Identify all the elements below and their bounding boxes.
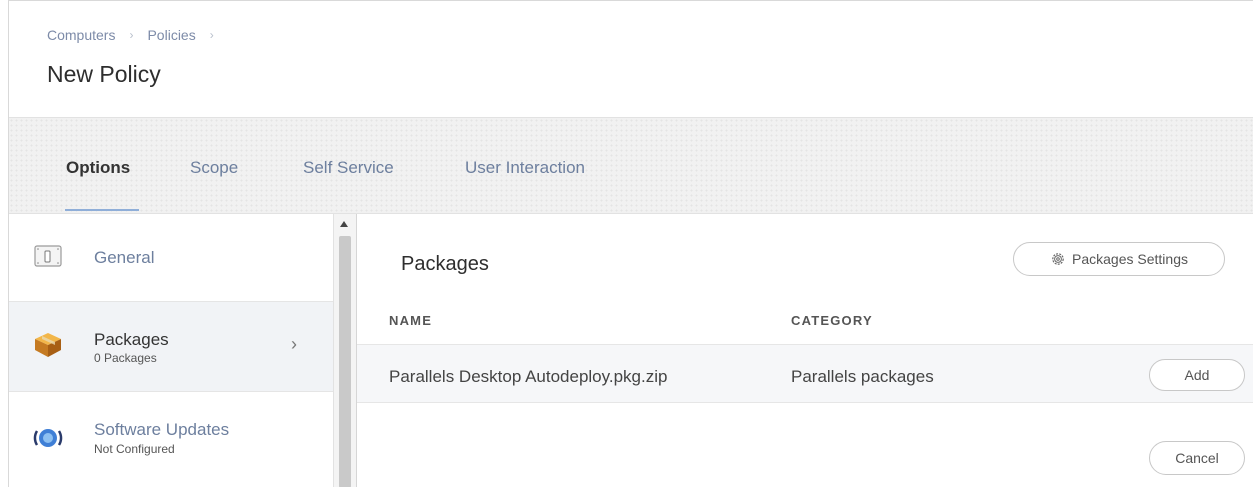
tab-scope[interactable]: Scope [190,158,238,178]
package-category-cell: Parallels packages [791,367,934,386]
cancel-button[interactable]: Cancel [1149,441,1245,475]
page-header: Computers › Policies › New Policy [9,1,1253,118]
table-row: Parallels Desktop Autodeploy.pkg.zip Par… [357,344,1253,403]
sidebar-item-label: Packages [94,330,169,349]
breadcrumb-separator-icon: › [209,28,214,42]
breadcrumb-computers[interactable]: Computers [47,27,115,43]
breadcrumb-separator-icon: › [129,28,134,42]
policy-window: Computers › Policies › New Policy Option… [8,0,1253,487]
tab-bar: Options Scope Self Service User Interact… [9,118,1253,214]
packages-settings-label: Packages Settings [1072,251,1188,267]
sidebar-scrollbar[interactable] [333,214,357,487]
sidebar-item-label: General [94,248,155,267]
software-update-globe-icon [33,429,63,447]
tab-user-interaction[interactable]: User Interaction [465,158,585,178]
breadcrumb: Computers › Policies › [47,27,228,43]
active-tab-indicator [65,209,139,211]
switch-panel-icon [34,245,62,267]
sidebar-item-packages[interactable]: Packages 0 Packages › [9,302,333,392]
scrollbar-thumb[interactable] [339,236,351,487]
column-header-category: CATEGORY [791,313,873,328]
packages-panel: Packages Packages Settings NAME CATEGORY… [357,214,1253,487]
tab-self-service[interactable]: Self Service [303,158,394,178]
gear-icon [1052,253,1064,265]
add-package-button[interactable]: Add [1149,359,1245,391]
package-name-cell: Parallels Desktop Autodeploy.pkg.zip [389,367,668,386]
sidebar-item-software-updates[interactable]: Software Updates Not Configured [9,392,333,487]
section-title: Packages [401,253,489,275]
chevron-right-icon: › [291,334,297,354]
package-box-icon [35,333,61,357]
sidebar-item-label: Software Updates [94,420,230,439]
packages-settings-button[interactable]: Packages Settings [1013,242,1225,276]
sidebar-item-sublabel: Not Configured [94,442,175,456]
sidebar-item-sublabel: 0 Packages [94,351,157,365]
column-header-name: NAME [389,313,433,328]
page-title: New Policy [47,61,161,87]
breadcrumb-policies[interactable]: Policies [147,27,195,43]
scroll-up-icon[interactable] [340,221,348,227]
sidebar-item-general[interactable]: General [9,214,333,302]
tab-options[interactable]: Options [66,158,130,178]
sidebar: General Packages 0 Packages › Software U… [9,214,333,487]
